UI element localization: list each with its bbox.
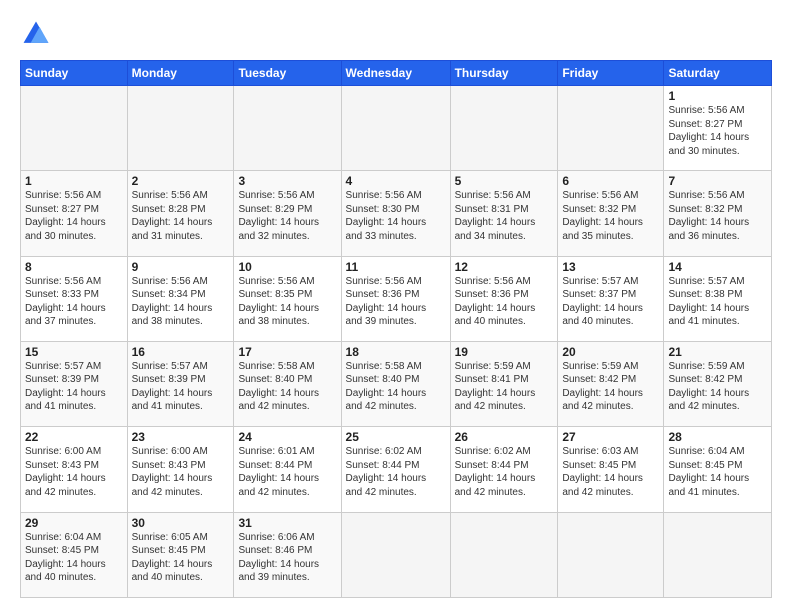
- calendar-day-23: 23Sunrise: 6:00 AMSunset: 8:43 PMDayligh…: [127, 427, 234, 512]
- calendar-day-25: 25Sunrise: 6:02 AMSunset: 8:44 PMDayligh…: [341, 427, 450, 512]
- calendar-day-24: 24Sunrise: 6:01 AMSunset: 8:44 PMDayligh…: [234, 427, 341, 512]
- calendar-day-18: 18Sunrise: 5:58 AMSunset: 8:40 PMDayligh…: [341, 341, 450, 426]
- calendar-day-22: 22Sunrise: 6:00 AMSunset: 8:43 PMDayligh…: [21, 427, 128, 512]
- calendar-day-20: 20Sunrise: 5:59 AMSunset: 8:42 PMDayligh…: [558, 341, 664, 426]
- calendar-day-9: 9Sunrise: 5:56 AMSunset: 8:34 PMDaylight…: [127, 256, 234, 341]
- calendar-day-12: 12Sunrise: 5:56 AMSunset: 8:36 PMDayligh…: [450, 256, 558, 341]
- calendar-day-6: 6Sunrise: 5:56 AMSunset: 8:32 PMDaylight…: [558, 171, 664, 256]
- calendar-day-17: 17Sunrise: 5:58 AMSunset: 8:40 PMDayligh…: [234, 341, 341, 426]
- calendar-week-4: 22Sunrise: 6:00 AMSunset: 8:43 PMDayligh…: [21, 427, 772, 512]
- calendar-day-31: 31Sunrise: 6:06 AMSunset: 8:46 PMDayligh…: [234, 512, 341, 597]
- calendar-table: SundayMondayTuesdayWednesdayThursdayFrid…: [20, 60, 772, 598]
- calendar-day-15: 15Sunrise: 5:57 AMSunset: 8:39 PMDayligh…: [21, 341, 128, 426]
- calendar-empty-cell: [558, 86, 664, 171]
- calendar-day-4: 4Sunrise: 5:56 AMSunset: 8:30 PMDaylight…: [341, 171, 450, 256]
- calendar-header-monday: Monday: [127, 61, 234, 86]
- calendar-day-19: 19Sunrise: 5:59 AMSunset: 8:41 PMDayligh…: [450, 341, 558, 426]
- calendar-day-13: 13Sunrise: 5:57 AMSunset: 8:37 PMDayligh…: [558, 256, 664, 341]
- calendar-day-2: 2Sunrise: 5:56 AMSunset: 8:28 PMDaylight…: [127, 171, 234, 256]
- calendar-empty-cell: [341, 512, 450, 597]
- calendar-empty-cell: [234, 86, 341, 171]
- calendar-day-1: 1Sunrise: 5:56 AMSunset: 8:27 PMDaylight…: [21, 171, 128, 256]
- calendar-empty-cell: [127, 86, 234, 171]
- calendar-empty-cell: [450, 512, 558, 597]
- calendar-day-5: 5Sunrise: 5:56 AMSunset: 8:31 PMDaylight…: [450, 171, 558, 256]
- calendar-day-1: 1Sunrise: 5:56 AMSunset: 8:27 PMDaylight…: [664, 86, 772, 171]
- calendar-day-3: 3Sunrise: 5:56 AMSunset: 8:29 PMDaylight…: [234, 171, 341, 256]
- calendar-week-3: 15Sunrise: 5:57 AMSunset: 8:39 PMDayligh…: [21, 341, 772, 426]
- calendar-empty-cell: [664, 512, 772, 597]
- calendar-empty-cell: [450, 86, 558, 171]
- header: [20, 18, 772, 50]
- calendar-day-27: 27Sunrise: 6:03 AMSunset: 8:45 PMDayligh…: [558, 427, 664, 512]
- calendar-empty-cell: [341, 86, 450, 171]
- calendar-day-16: 16Sunrise: 5:57 AMSunset: 8:39 PMDayligh…: [127, 341, 234, 426]
- calendar-week-2: 8Sunrise: 5:56 AMSunset: 8:33 PMDaylight…: [21, 256, 772, 341]
- calendar-header-saturday: Saturday: [664, 61, 772, 86]
- calendar-day-29: 29Sunrise: 6:04 AMSunset: 8:45 PMDayligh…: [21, 512, 128, 597]
- calendar-day-11: 11Sunrise: 5:56 AMSunset: 8:36 PMDayligh…: [341, 256, 450, 341]
- calendar-header-row: SundayMondayTuesdayWednesdayThursdayFrid…: [21, 61, 772, 86]
- calendar-header-friday: Friday: [558, 61, 664, 86]
- logo-icon: [20, 18, 52, 50]
- calendar-day-26: 26Sunrise: 6:02 AMSunset: 8:44 PMDayligh…: [450, 427, 558, 512]
- calendar-header-thursday: Thursday: [450, 61, 558, 86]
- calendar-day-10: 10Sunrise: 5:56 AMSunset: 8:35 PMDayligh…: [234, 256, 341, 341]
- calendar-header-wednesday: Wednesday: [341, 61, 450, 86]
- calendar-empty-cell: [21, 86, 128, 171]
- calendar-day-30: 30Sunrise: 6:05 AMSunset: 8:45 PMDayligh…: [127, 512, 234, 597]
- calendar-empty-cell: [558, 512, 664, 597]
- calendar-header-sunday: Sunday: [21, 61, 128, 86]
- page: SundayMondayTuesdayWednesdayThursdayFrid…: [0, 0, 792, 612]
- logo: [20, 18, 56, 50]
- calendar-day-21: 21Sunrise: 5:59 AMSunset: 8:42 PMDayligh…: [664, 341, 772, 426]
- calendar-day-8: 8Sunrise: 5:56 AMSunset: 8:33 PMDaylight…: [21, 256, 128, 341]
- calendar-day-14: 14Sunrise: 5:57 AMSunset: 8:38 PMDayligh…: [664, 256, 772, 341]
- calendar-day-28: 28Sunrise: 6:04 AMSunset: 8:45 PMDayligh…: [664, 427, 772, 512]
- calendar-week-1: 1Sunrise: 5:56 AMSunset: 8:27 PMDaylight…: [21, 171, 772, 256]
- calendar-week-5: 29Sunrise: 6:04 AMSunset: 8:45 PMDayligh…: [21, 512, 772, 597]
- calendar-header-tuesday: Tuesday: [234, 61, 341, 86]
- calendar-day-7: 7Sunrise: 5:56 AMSunset: 8:32 PMDaylight…: [664, 171, 772, 256]
- calendar-week-0: 1Sunrise: 5:56 AMSunset: 8:27 PMDaylight…: [21, 86, 772, 171]
